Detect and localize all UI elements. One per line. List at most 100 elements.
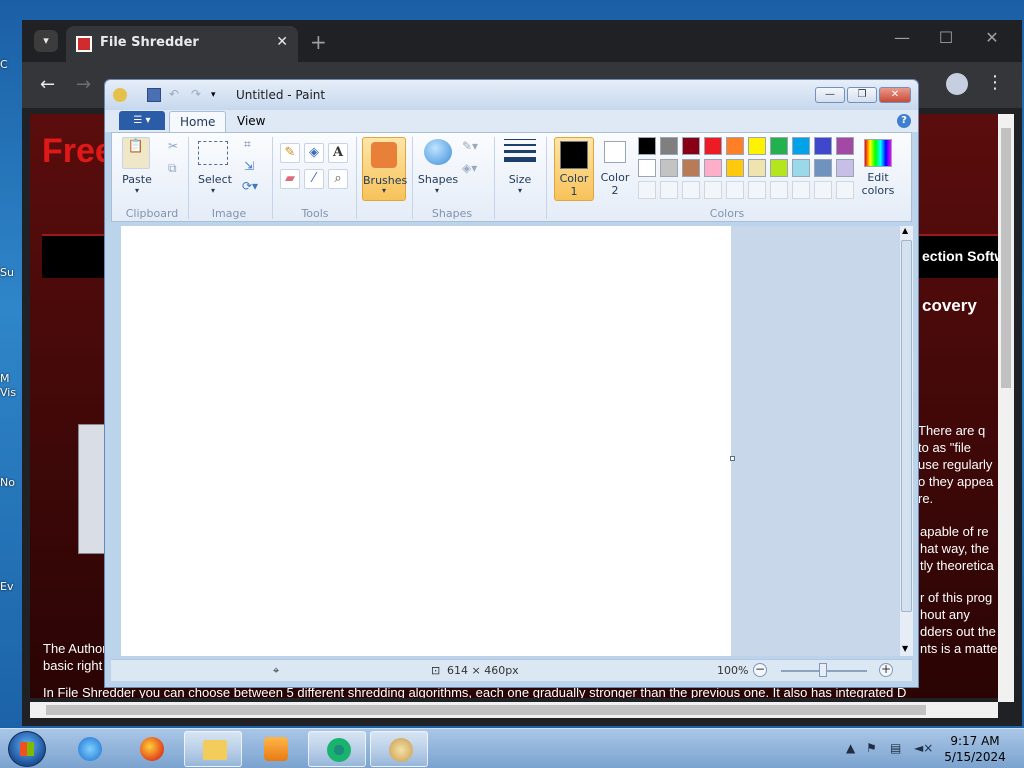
palette-color-swatch[interactable] <box>682 137 700 155</box>
paint-menu-button[interactable]: ☰ ▾ <box>119 111 165 130</box>
edit-colors-label[interactable]: Edit <box>856 171 900 184</box>
paste-icon[interactable]: 📋 <box>122 137 150 169</box>
zoom-slider-thumb[interactable] <box>819 663 827 677</box>
help-icon[interactable]: ? <box>897 114 911 128</box>
palette-color-swatch[interactable] <box>726 159 744 177</box>
back-arrow-icon[interactable]: ← <box>40 74 55 95</box>
palette-custom-slot[interactable] <box>814 181 832 199</box>
taskbar-firefox[interactable] <box>122 731 180 767</box>
palette-color-swatch[interactable] <box>836 137 854 155</box>
rotate-icon[interactable]: ⟳▾ <box>242 179 258 193</box>
palette-custom-slot[interactable] <box>682 181 700 199</box>
paint-maximize-button[interactable]: ❐ <box>847 87 877 103</box>
canvas-vertical-scrollbar[interactable]: ▲ ▼ <box>899 226 913 656</box>
new-tab-button[interactable]: + <box>310 30 327 54</box>
scrollbar-thumb[interactable] <box>1001 128 1011 388</box>
taskbar-chrome[interactable] <box>308 731 366 767</box>
browser-maximize-button[interactable]: ☐ <box>926 28 966 47</box>
color-1-button[interactable]: Color 1 <box>554 137 594 201</box>
palette-custom-slot[interactable] <box>836 181 854 199</box>
zoom-out-button[interactable]: − <box>753 663 767 677</box>
palette-custom-slot[interactable] <box>660 181 678 199</box>
scrollbar-thumb[interactable] <box>46 705 926 715</box>
cut-icon[interactable]: ✂ <box>168 139 178 153</box>
palette-color-swatch[interactable] <box>814 159 832 177</box>
palette-color-swatch[interactable] <box>660 159 678 177</box>
scrollbar-thumb[interactable] <box>901 240 912 612</box>
palette-custom-slot[interactable] <box>748 181 766 199</box>
palette-color-swatch[interactable] <box>638 159 656 177</box>
palette-color-swatch[interactable] <box>770 159 788 177</box>
drawing-canvas[interactable] <box>121 226 731 656</box>
color-picker-icon[interactable]: ⁄ <box>304 169 324 189</box>
taskbar-file-explorer[interactable] <box>184 731 242 767</box>
text-icon[interactable]: A <box>328 143 348 163</box>
start-button[interactable] <box>8 731 46 767</box>
network-icon[interactable]: ▤ <box>890 741 901 755</box>
zoom-in-button[interactable]: + <box>879 663 893 677</box>
save-icon[interactable] <box>147 88 161 102</box>
paste-dropdown-icon[interactable]: ▾ <box>132 186 142 195</box>
paint-close-button[interactable]: ✕ <box>879 87 911 103</box>
taskbar-paint[interactable] <box>370 731 428 767</box>
select-icon[interactable] <box>198 141 228 165</box>
page-vertical-scrollbar[interactable] <box>998 114 1014 702</box>
outline-icon[interactable]: ✎▾ <box>462 139 478 153</box>
customize-quick-access-icon[interactable]: ▾ <box>211 88 225 102</box>
palette-color-swatch[interactable] <box>704 137 722 155</box>
browser-tab[interactable]: File Shredder ✕ <box>66 26 298 62</box>
palette-custom-slot[interactable] <box>792 181 810 199</box>
palette-custom-slot[interactable] <box>638 181 656 199</box>
select-button-label[interactable]: Select <box>198 173 232 186</box>
resize-icon[interactable]: ⇲ <box>244 159 254 173</box>
crop-icon[interactable]: ⌗ <box>244 137 251 152</box>
palette-color-swatch[interactable] <box>726 137 744 155</box>
site-nav-link[interactable]: ection Softw <box>922 248 998 264</box>
paint-app-icon[interactable] <box>113 88 127 102</box>
taskbar-media-player[interactable] <box>246 731 304 767</box>
palette-custom-slot[interactable] <box>770 181 788 199</box>
color-2-swatch[interactable] <box>604 141 626 163</box>
brushes-button[interactable]: Brushes ▾ <box>362 137 407 201</box>
paste-button-label[interactable]: Paste <box>122 173 152 186</box>
taskbar-internet-explorer[interactable] <box>60 731 118 767</box>
shapes-button-label[interactable]: Shapes <box>416 173 460 186</box>
shapes-dropdown-icon[interactable]: ▾ <box>432 186 442 195</box>
edit-colors-label-line2[interactable]: colors <box>856 184 900 197</box>
profile-avatar-icon[interactable] <box>946 73 968 95</box>
size-dropdown-icon[interactable]: ▾ <box>515 186 525 195</box>
page-horizontal-scrollbar[interactable] <box>30 702 998 718</box>
fill-bucket-icon[interactable]: ◈ <box>304 143 324 163</box>
palette-color-swatch[interactable] <box>682 159 700 177</box>
palette-custom-slot[interactable] <box>726 181 744 199</box>
tab-view[interactable]: View <box>227 111 275 132</box>
show-hidden-icons-icon[interactable]: ▲ <box>846 741 855 755</box>
palette-color-swatch[interactable] <box>704 159 722 177</box>
eraser-icon[interactable]: ▰ <box>280 169 300 189</box>
palette-color-swatch[interactable] <box>748 137 766 155</box>
scroll-up-icon[interactable]: ▲ <box>902 226 908 235</box>
scroll-down-icon[interactable]: ▼ <box>902 644 908 653</box>
copy-icon[interactable]: ⧉ <box>168 161 177 176</box>
palette-color-swatch[interactable] <box>748 159 766 177</box>
redo-icon[interactable]: ↷ <box>191 88 205 102</box>
size-icon[interactable] <box>504 139 536 162</box>
edit-colors-icon[interactable] <box>864 139 892 167</box>
volume-muted-icon[interactable]: ◄× <box>914 741 933 755</box>
browser-close-button[interactable]: ✕ <box>972 28 1012 47</box>
palette-color-swatch[interactable] <box>792 159 810 177</box>
system-clock[interactable]: 9:17 AM 5/15/2024 <box>940 733 1010 765</box>
tab-home[interactable]: Home <box>169 111 227 132</box>
palette-color-swatch[interactable] <box>814 137 832 155</box>
palette-color-swatch[interactable] <box>660 137 678 155</box>
paint-minimize-button[interactable]: — <box>815 87 845 103</box>
browser-menu-icon[interactable]: ⋮ <box>986 72 1004 93</box>
forward-arrow-icon[interactable]: → <box>76 74 91 95</box>
select-dropdown-icon[interactable]: ▾ <box>208 186 218 195</box>
tab-close-icon[interactable]: ✕ <box>276 34 288 50</box>
paint-title-bar[interactable]: ↶ ↷ ▾ Untitled - Paint — ❐ ✕ <box>105 80 918 110</box>
tab-search-button[interactable]: ▾ <box>34 30 58 52</box>
palette-custom-slot[interactable] <box>704 181 722 199</box>
shapes-icon[interactable] <box>424 139 452 165</box>
canvas-resize-handle[interactable] <box>730 456 735 461</box>
